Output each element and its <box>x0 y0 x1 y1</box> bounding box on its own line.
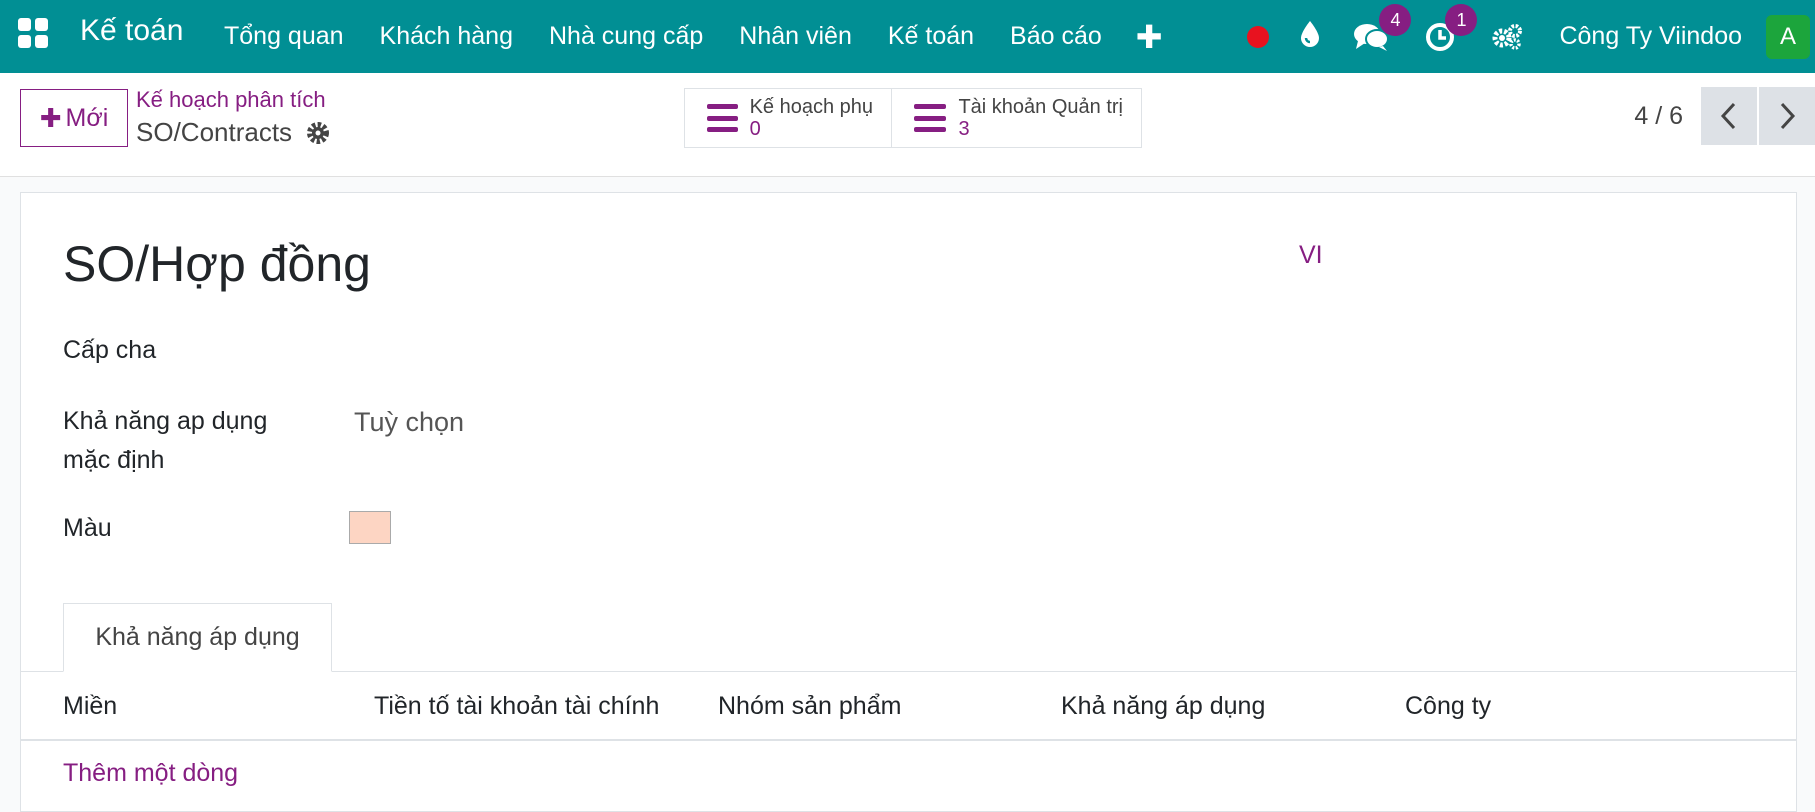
applicability-label-line1: Khả năng ap dụng <box>63 407 268 435</box>
menu-item-vendors[interactable]: Nhà cung cấp <box>531 22 721 51</box>
record-name-label: SO/Contracts <box>136 117 293 147</box>
table-header: Miền Tiền tố tài khoản tài chính Nhóm sả… <box>21 672 1796 741</box>
menu-item-employees[interactable]: Nhân viên <box>721 22 870 51</box>
menu-item-reports[interactable]: Báo cáo <box>992 22 1120 51</box>
new-button[interactable]: ✚ Mới <box>20 89 128 147</box>
company-switcher[interactable]: Công Ty Viindoo <box>1559 22 1742 51</box>
record-name: SO/Contracts <box>136 117 330 148</box>
chevron-right-icon <box>1780 102 1796 130</box>
parent-label: Cấp cha <box>63 336 157 364</box>
sub-plans-count: 0 <box>749 118 761 140</box>
column-applicability[interactable]: Khả năng áp dụng <box>1061 692 1265 721</box>
color-picker[interactable] <box>349 511 391 544</box>
settings-cogs-icon[interactable] <box>1491 23 1523 51</box>
plan-name-field[interactable]: SO/Hợp đồng <box>63 235 371 293</box>
main-menu: Tổng quan Khách hàng Nhà cung cấp Nhân v… <box>206 0 1179 73</box>
column-account-prefix[interactable]: Tiền tố tài khoản tài chính <box>374 692 659 721</box>
analytic-accounts-label: Tài khoản Quản trị <box>958 96 1123 118</box>
applicability-label-line2: mặc định <box>63 446 165 474</box>
gear-icon[interactable] <box>306 121 330 145</box>
applicability-select[interactable]: Tuỳ chọn <box>354 407 464 438</box>
user-avatar[interactable]: A <box>1766 14 1810 59</box>
menu-item-customers[interactable]: Khách hàng <box>362 22 531 51</box>
activities-badge: 1 <box>1445 3 1478 36</box>
apps-menu-icon[interactable] <box>18 18 48 48</box>
pager: 4 / 6 <box>1634 87 1815 145</box>
analytic-accounts-button[interactable]: Tài khoản Quản trị 3 <box>892 88 1142 148</box>
chevron-left-icon <box>1720 102 1736 130</box>
column-company[interactable]: Công ty <box>1405 692 1491 721</box>
sub-plans-button[interactable]: Kế hoạch phụ 0 <box>684 88 892 148</box>
pager-value[interactable]: 4 / 6 <box>1634 102 1683 131</box>
language-button[interactable]: VI <box>1299 241 1323 270</box>
add-menu-icon[interactable]: ✚ <box>1120 18 1179 56</box>
top-navbar: Kế toán Tổng quan Khách hàng Nhà cung cấ… <box>0 0 1815 73</box>
add-line-link[interactable]: Thêm một dòng <box>63 759 238 788</box>
analytic-accounts-count: 3 <box>958 118 970 140</box>
column-domain[interactable]: Miền <box>63 692 117 721</box>
color-label: Màu <box>63 514 112 542</box>
tab-applicability[interactable]: Khả năng áp dụng <box>63 603 332 672</box>
activities-icon[interactable]: 1 <box>1425 3 1478 52</box>
menu-item-accounting[interactable]: Kế toán <box>870 22 992 51</box>
breadcrumb[interactable]: Kế hoạch phân tích <box>136 87 326 113</box>
smart-buttons: Kế hoạch phụ 0 Tài khoản Quản trị 3 <box>684 88 1142 148</box>
form-sheet: SO/Hợp đồng VI Cấp cha Khả năng ap dụng … <box>20 192 1797 812</box>
pager-next-button[interactable] <box>1759 87 1815 145</box>
control-panel: ✚ Mới Kế hoạch phân tích SO/Contracts Kế… <box>0 73 1815 177</box>
sub-plans-label: Kế hoạch phụ <box>749 96 873 118</box>
list-icon <box>707 104 738 132</box>
systray: 4 1 Công Ty Viindoo A <box>1247 0 1815 73</box>
list-icon <box>914 104 947 132</box>
menu-item-overview[interactable]: Tổng quan <box>206 22 362 51</box>
column-product-category[interactable]: Nhóm sản phẩm <box>718 692 901 721</box>
pager-previous-button[interactable] <box>1701 87 1757 145</box>
messages-badge: 4 <box>1379 3 1412 36</box>
record-dot-icon[interactable] <box>1247 25 1270 48</box>
plus-icon: ✚ <box>39 102 62 133</box>
messages-icon[interactable]: 4 <box>1353 3 1412 52</box>
new-button-label: Mới <box>65 103 109 132</box>
droplet-icon[interactable] <box>1299 20 1321 53</box>
app-brand[interactable]: Kế toán <box>80 14 183 48</box>
